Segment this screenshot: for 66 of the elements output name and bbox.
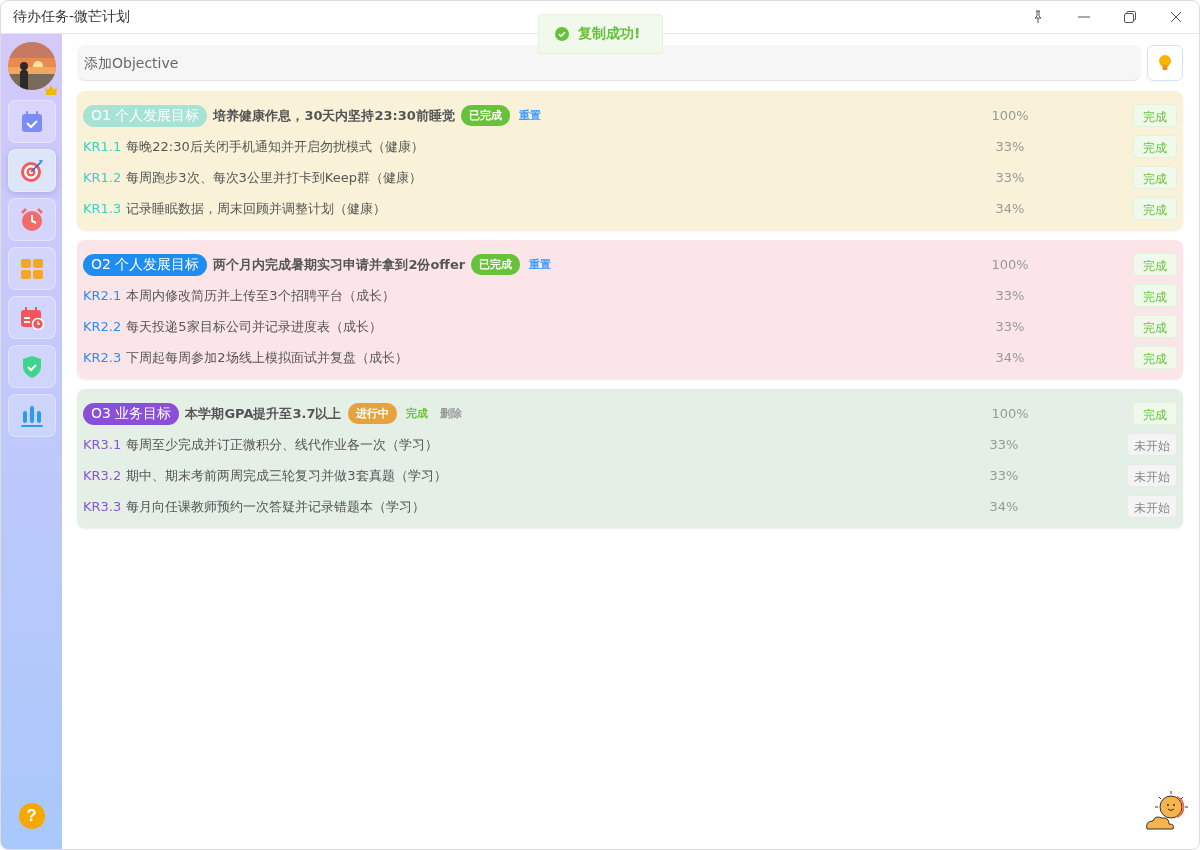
lightbulb-button[interactable] bbox=[1147, 45, 1183, 81]
progress-text: 33% bbox=[988, 468, 1020, 483]
lightbulb-icon bbox=[1158, 54, 1172, 72]
key-result-text: KR1.1 每晚22:30后关闭手机通知并开启勿扰模式（健康） bbox=[83, 137, 424, 156]
sidebar-item[interactable] bbox=[7, 394, 56, 437]
objective-title: 两个月内完成暑期实习申请并拿到2份offer bbox=[213, 255, 466, 274]
sidebar-item[interactable] bbox=[7, 149, 56, 192]
progress-text: 34% bbox=[988, 499, 1020, 514]
help-button[interactable]: ? bbox=[18, 803, 45, 829]
calendar-clock-icon bbox=[18, 304, 45, 331]
key-result-text: KR3.3 每月向任课教师预约一次答疑并记录错题本（学习） bbox=[83, 497, 426, 516]
delete-link[interactable]: 删除 bbox=[436, 406, 465, 421]
objective-tag: O2 个人发展目标 bbox=[83, 253, 208, 276]
objective-tag: O3 业务目标 bbox=[83, 402, 180, 425]
key-result-text: KR2.3 下周起每周参加2场线上模拟面试并复盘（成长） bbox=[83, 348, 408, 367]
status-button[interactable]: 未开始 bbox=[1127, 464, 1177, 487]
progress-text: 33% bbox=[994, 319, 1026, 334]
key-result-text: KR2.2 每天投递5家目标公司并记录进度表（成长） bbox=[83, 317, 382, 336]
toast-text: 复制成功! bbox=[578, 25, 641, 43]
status-badge: 进行中 bbox=[347, 403, 397, 424]
status-button[interactable]: 完成 bbox=[1133, 402, 1177, 425]
status-button[interactable]: 完成 bbox=[1133, 135, 1177, 158]
crown-icon bbox=[43, 84, 58, 96]
objective-title: 培养健康作息，30天内坚持23:30前睡觉 bbox=[213, 106, 455, 125]
key-result-text: KR2.1 本周内修改简历并上传至3个招聘平台（成长） bbox=[83, 286, 395, 305]
objective-input-field[interactable]: 添加Objective bbox=[77, 45, 1141, 81]
sidebar-item[interactable] bbox=[7, 198, 56, 241]
sidebar-item[interactable] bbox=[7, 247, 56, 290]
status-button[interactable]: 完成 bbox=[1133, 346, 1177, 369]
close-icon bbox=[1169, 10, 1183, 24]
objective-tag: O1 个人发展目标 bbox=[83, 104, 208, 127]
check-circle-icon bbox=[555, 27, 569, 41]
status-button[interactable]: 完成 bbox=[1133, 315, 1177, 338]
key-result-text: KR3.1 每周至少完成并订正微积分、线代作业各一次（学习） bbox=[83, 435, 439, 454]
target-icon bbox=[18, 157, 45, 184]
status-button[interactable]: 完成 bbox=[1133, 284, 1177, 307]
progress-text: 33% bbox=[994, 170, 1026, 185]
sidebar-item[interactable] bbox=[7, 345, 56, 388]
status-button[interactable]: 完成 bbox=[1133, 197, 1177, 220]
complete-link[interactable]: 完成 bbox=[402, 406, 431, 421]
status-button[interactable]: 完成 bbox=[1133, 166, 1177, 189]
progress-text: 33% bbox=[988, 437, 1020, 452]
objective-title: 本学期GPA提升至3.7以上 bbox=[185, 404, 342, 423]
status-button[interactable]: 未开始 bbox=[1127, 433, 1177, 456]
status-badge: 已完成 bbox=[471, 254, 521, 275]
progress-text: 100% bbox=[990, 257, 1030, 272]
status-button[interactable]: 未开始 bbox=[1127, 495, 1177, 518]
status-badge: 已完成 bbox=[460, 105, 510, 126]
progress-text: 33% bbox=[994, 288, 1026, 303]
progress-text: 33% bbox=[994, 139, 1026, 154]
restore-icon bbox=[1123, 10, 1137, 24]
progress-text: 34% bbox=[994, 201, 1026, 216]
window-title: 待办任务-微芒计划 bbox=[13, 8, 132, 26]
status-button[interactable]: 完成 bbox=[1133, 253, 1177, 276]
key-result-text: KR3.2 期中、期末考前两周完成三轮复习并做3套真题（学习） bbox=[83, 466, 447, 485]
reset-link[interactable]: 重置 bbox=[526, 257, 555, 272]
key-result-text: KR1.2 每周跑步3次、每次3公里并打卡到Keep群（健康） bbox=[83, 168, 422, 187]
reset-link[interactable]: 重置 bbox=[515, 108, 544, 123]
status-button[interactable]: 完成 bbox=[1133, 104, 1177, 127]
progress-text: 100% bbox=[990, 108, 1030, 123]
sidebar-item[interactable] bbox=[7, 296, 56, 339]
sidebar-item[interactable] bbox=[7, 100, 56, 143]
key-result-text: KR1.3 记录睡眠数据，周末回顾并调整计划（健康） bbox=[83, 199, 387, 218]
avatar[interactable] bbox=[7, 42, 56, 90]
progress-text: 34% bbox=[994, 350, 1026, 365]
progress-text: 100% bbox=[990, 406, 1030, 421]
